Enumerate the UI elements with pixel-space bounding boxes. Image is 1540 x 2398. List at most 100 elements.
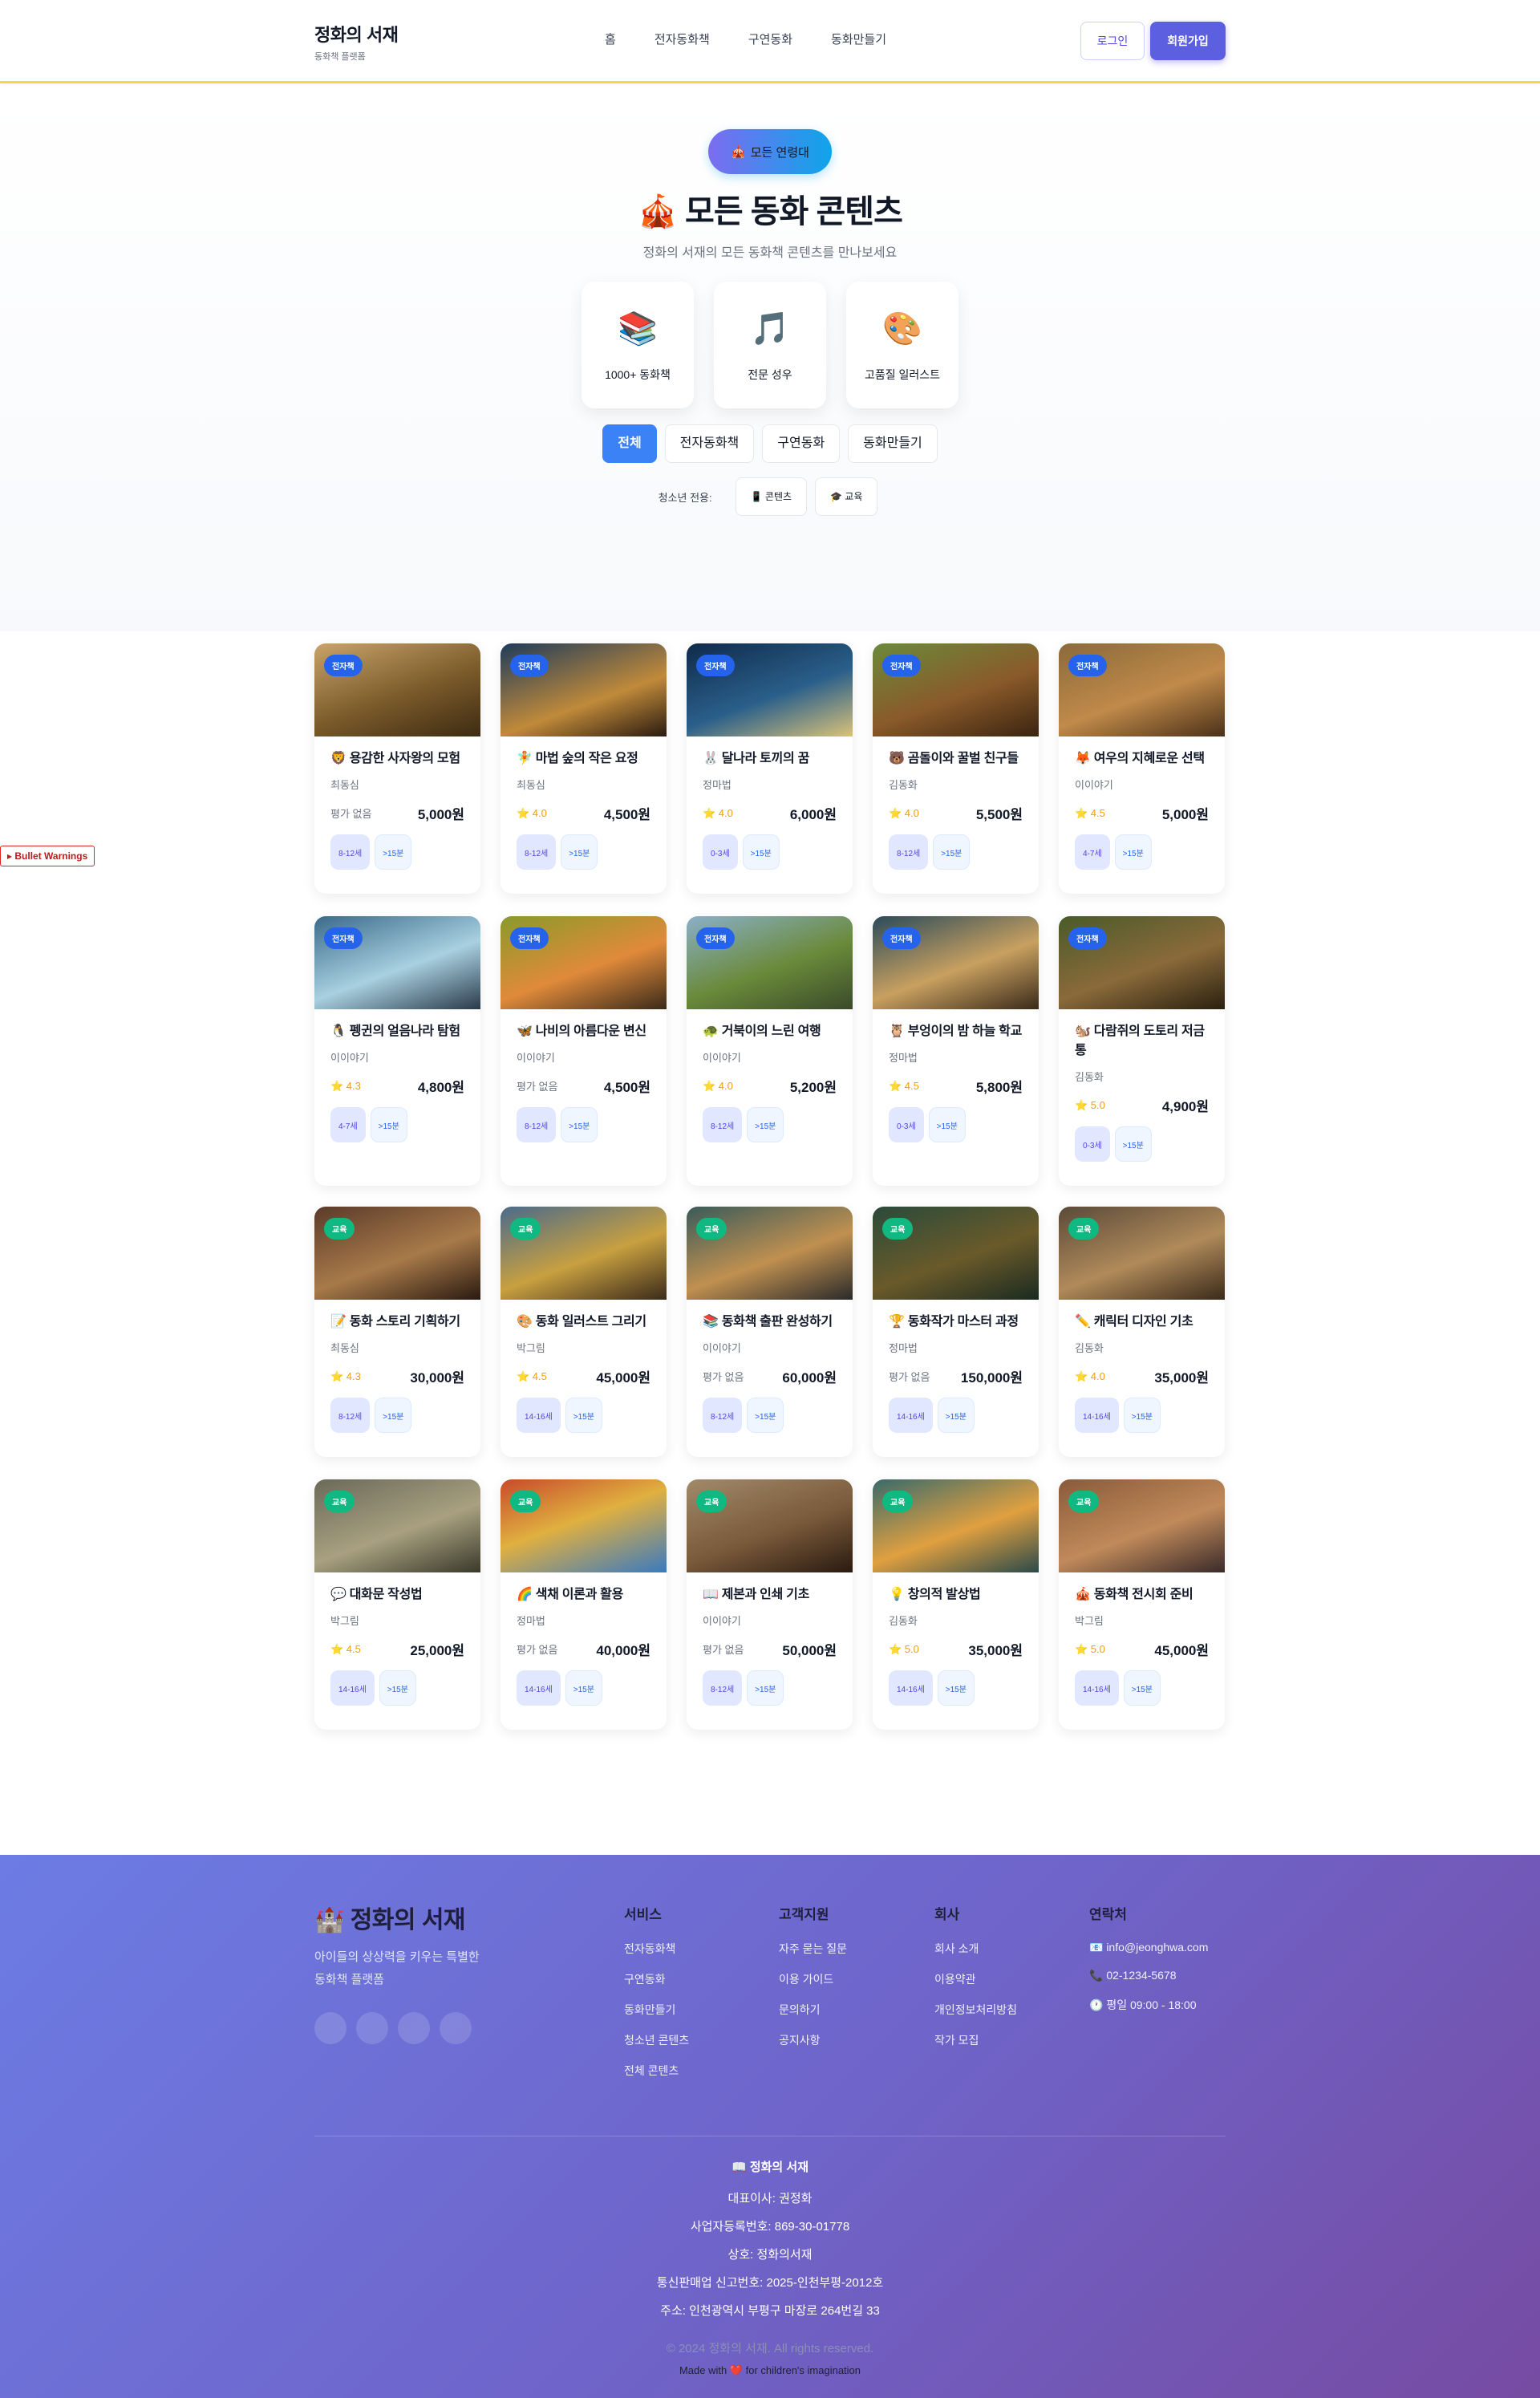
product-card[interactable]: 교육 🎨 동화 일러스트 그리기 박그림 ⭐ 4.5 45,000원 14-16세 >15분: [500, 1207, 667, 1457]
social-icon[interactable]: [356, 2012, 388, 2044]
product-thumbnail[interactable]: 전자책: [500, 643, 667, 736]
product-title[interactable]: 🌈 색채 이론과 활용: [517, 1585, 650, 1605]
footer-link[interactable]: 청소년 콘텐츠: [624, 2032, 689, 2048]
product-price: 35,000원: [1154, 1370, 1209, 1386]
youth-content-button[interactable]: 📱 콘텐츠: [735, 477, 808, 516]
brand-logo[interactable]: 정화의 서재 동화책 플랫폼: [314, 21, 399, 63]
product-thumbnail[interactable]: 교육: [1059, 1479, 1225, 1572]
product-thumbnail[interactable]: 전자책: [687, 643, 853, 736]
login-button[interactable]: 로그인: [1080, 22, 1145, 60]
product-title[interactable]: 🦉 부엉이의 밤 하늘 학교: [889, 1022, 1023, 1041]
product-thumbnail[interactable]: 전자책: [873, 916, 1039, 1009]
product-card[interactable]: 교육 ✏️ 캐릭터 디자인 기초 김동화 ⭐ 4.0 35,000원 14-16세 >15분: [1059, 1207, 1225, 1457]
social-icon[interactable]: [314, 2012, 346, 2044]
product-card[interactable]: 교육 🏆 동화작가 마스터 과정 정마법 평가 없음 150,000원 14-16세 >15…: [873, 1207, 1039, 1457]
footer-link[interactable]: 자주 묻는 질문: [779, 1941, 847, 1957]
footer-link[interactable]: 이용 가이드: [779, 1971, 847, 1987]
brand-subtitle: 동화책 플랫폼: [314, 52, 366, 62]
social-icon[interactable]: [440, 2012, 472, 2044]
product-card[interactable]: 교육 💬 대화문 작성법 박그림 ⭐ 4.5 25,000원 14-16세 >15분: [314, 1479, 480, 1730]
product-card[interactable]: 전자책 🦁 용감한 사자왕의 모험 최동심 평가 없음 5,000원 8-12세 >15분: [314, 643, 480, 894]
product-thumbnail[interactable]: 교육: [500, 1479, 667, 1572]
product-title[interactable]: 🧚 마법 숲의 작은 요정: [517, 749, 650, 769]
product-thumbnail[interactable]: 전자책: [1059, 643, 1225, 736]
nav-storytelling[interactable]: 구연동화: [748, 30, 792, 47]
product-card[interactable]: 교육 📝 동화 스토리 기획하기 최동심 ⭐ 4.3 30,000원 8-12세 >15분: [314, 1207, 480, 1457]
product-thumbnail[interactable]: 교육: [687, 1207, 853, 1300]
product-thumbnail[interactable]: 전자책: [500, 916, 667, 1009]
product-title[interactable]: 🦋 나비의 아름다운 변신: [517, 1022, 650, 1041]
footer-link[interactable]: 개인정보처리방침: [934, 2002, 1017, 2018]
product-card[interactable]: 전자책 🐰 달나라 토끼의 꿈 정마법 ⭐ 4.0 6,000원 0-3세 >15분: [687, 643, 853, 894]
footer-link[interactable]: 전체 콘텐츠: [624, 2063, 689, 2079]
footer-link[interactable]: 전자동화책: [624, 1941, 689, 1957]
company-info: 📖 정화의 서재 대표이사: 권정화 사업자등록번호: 869-30-01778…: [0, 2158, 1540, 2377]
product-thumbnail[interactable]: 교육: [1059, 1207, 1225, 1300]
product-thumbnail[interactable]: 교육: [873, 1207, 1039, 1300]
product-title[interactable]: 🐰 달나라 토끼의 꿈: [703, 749, 837, 769]
nav-home[interactable]: 홈: [605, 30, 616, 47]
product-card[interactable]: 전자책 🐿️ 다람쥐의 도토리 저금통 김동화 ⭐ 5.0 4,900원 0-3세 >15분: [1059, 916, 1225, 1186]
social-icon[interactable]: [398, 2012, 430, 2044]
product-title[interactable]: 📖 제본과 인쇄 기초: [703, 1585, 837, 1605]
product-card[interactable]: 전자책 🧚 마법 숲의 작은 요정 최동심 ⭐ 4.0 4,500원 8-12세 >15분: [500, 643, 667, 894]
filter-storytelling[interactable]: 구연동화: [762, 424, 841, 463]
footer-link[interactable]: 문의하기: [779, 2002, 847, 2018]
signup-button[interactable]: 회원가입: [1150, 22, 1226, 60]
product-title[interactable]: 🐢 거북이의 느린 여행: [703, 1022, 837, 1041]
product-thumbnail[interactable]: 전자책: [1059, 916, 1225, 1009]
product-card[interactable]: 교육 📚 동화책 출판 완성하기 이이야기 평가 없음 60,000원 8-12세 >15분: [687, 1207, 853, 1457]
product-title[interactable]: 🎪 동화책 전시회 준비: [1075, 1585, 1209, 1605]
category-badge: 교육: [696, 1491, 727, 1512]
product-author: 최동심: [517, 779, 545, 791]
product-thumbnail[interactable]: 교육: [873, 1479, 1039, 1572]
nav-ebooks[interactable]: 전자동화책: [654, 30, 710, 47]
product-author: 김동화: [889, 779, 918, 791]
product-thumbnail[interactable]: 전자책: [687, 916, 853, 1009]
product-thumbnail[interactable]: 교육: [314, 1207, 480, 1300]
product-card[interactable]: 전자책 🦊 여우의 지혜로운 선택 이이야기 ⭐ 4.5 5,000원 4-7세 >15분: [1059, 643, 1225, 894]
product-title[interactable]: 🐿️ 다람쥐의 도토리 저금통: [1075, 1022, 1209, 1061]
footer-link[interactable]: 동화만들기: [624, 2002, 689, 2018]
product-title[interactable]: ✏️ 캐릭터 디자인 기초: [1075, 1313, 1209, 1332]
product-card[interactable]: 전자책 🐧 펭귄의 얼음나라 탐험 이이야기 ⭐ 4.3 4,800원 4-7세 >15분: [314, 916, 480, 1186]
nav-make-story[interactable]: 동화만들기: [831, 30, 886, 47]
product-thumbnail[interactable]: 교육: [500, 1207, 667, 1300]
footer-link[interactable]: 작가 모집: [934, 2032, 1017, 2048]
product-title[interactable]: 🦁 용감한 사자왕의 모험: [330, 749, 464, 769]
product-title[interactable]: 🐻 곰돌이와 꿀벌 친구들: [889, 749, 1023, 769]
footer-link[interactable]: 공지사항: [779, 2032, 847, 2048]
youth-education-button[interactable]: 🎓 교육: [815, 477, 878, 516]
filter-ebooks[interactable]: 전자동화책: [664, 424, 755, 463]
product-card[interactable]: 교육 💡 창의적 발상법 김동화 ⭐ 5.0 35,000원 14-16세 >15분: [873, 1479, 1039, 1730]
product-card[interactable]: 전자책 🦋 나비의 아름다운 변신 이이야기 평가 없음 4,500원 8-12세 >15분: [500, 916, 667, 1186]
product-card[interactable]: 전자책 🦉 부엉이의 밤 하늘 학교 정마법 ⭐ 4.5 5,800원 0-3세 >15분: [873, 916, 1039, 1186]
product-card[interactable]: 전자책 🐢 거북이의 느린 여행 이이야기 ⭐ 4.0 5,200원 8-12세 >15분: [687, 916, 853, 1186]
product-thumbnail[interactable]: 전자책: [314, 916, 480, 1009]
product-thumbnail[interactable]: 전자책: [873, 643, 1039, 736]
product-author: 김동화: [1075, 1071, 1104, 1083]
contact-email[interactable]: 📧 info@jeonghwa.com: [1089, 1941, 1208, 1954]
product-card[interactable]: 교육 📖 제본과 인쇄 기초 이이야기 평가 없음 50,000원 8-12세 >15분: [687, 1479, 853, 1730]
product-title[interactable]: 🏆 동화작가 마스터 과정: [889, 1313, 1023, 1332]
product-title[interactable]: 💬 대화문 작성법: [330, 1585, 464, 1605]
product-title[interactable]: 📝 동화 스토리 기획하기: [330, 1313, 464, 1332]
filter-make-story[interactable]: 동화만들기: [848, 424, 938, 463]
product-thumbnail[interactable]: 교육: [687, 1479, 853, 1572]
bullet-warnings-toggle[interactable]: ▸ Bullet Warnings: [0, 846, 95, 866]
product-title[interactable]: 🐧 펭귄의 얼음나라 탐험: [330, 1022, 464, 1041]
footer-link[interactable]: 회사 소개: [934, 1941, 1017, 1957]
product-title[interactable]: 🦊 여우의 지혜로운 선택: [1075, 749, 1209, 769]
product-card[interactable]: 교육 🌈 색채 이론과 활용 정마법 평가 없음 40,000원 14-16세 >15분: [500, 1479, 667, 1730]
product-title[interactable]: 💡 창의적 발상법: [889, 1585, 1023, 1605]
filter-all[interactable]: 전체: [602, 424, 657, 463]
product-title[interactable]: 📚 동화책 출판 완성하기: [703, 1313, 837, 1332]
contact-phone[interactable]: 📞 02-1234-5678: [1089, 1969, 1208, 1982]
product-thumbnail[interactable]: 전자책: [314, 643, 480, 736]
footer-link[interactable]: 이용약관: [934, 1971, 1017, 1987]
product-thumbnail[interactable]: 교육: [314, 1479, 480, 1572]
product-card[interactable]: 전자책 🐻 곰돌이와 꿀벌 친구들 김동화 ⭐ 4.0 5,500원 8-12세 >15분: [873, 643, 1039, 894]
product-card[interactable]: 교육 🎪 동화책 전시회 준비 박그림 ⭐ 5.0 45,000원 14-16세 >15분: [1059, 1479, 1225, 1730]
product-title[interactable]: 🎨 동화 일러스트 그리기: [517, 1313, 650, 1332]
footer-link[interactable]: 구연동화: [624, 1971, 689, 1987]
